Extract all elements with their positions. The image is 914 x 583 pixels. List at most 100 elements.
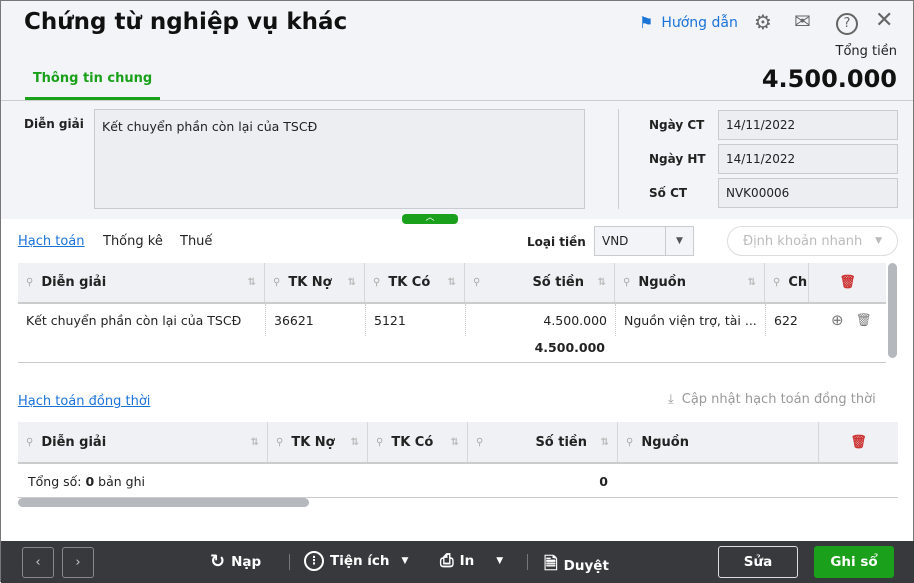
reload-label: Nạp [231, 553, 262, 570]
pin-icon: ⚲ [26, 436, 34, 448]
print-button[interactable]: ⎙ In ▼ [440, 551, 503, 571]
horizontal-scrollbar[interactable] [18, 498, 309, 507]
col-label: TK Có [391, 434, 434, 450]
col-desc[interactable]: ⚲ Diễn giải ⇅ [18, 422, 268, 462]
print-label: In [459, 553, 475, 569]
col-tk-no[interactable]: ⚲ TK Nợ ⇅ [265, 263, 365, 302]
divider [618, 109, 619, 209]
update-concurrent-button[interactable]: ⤓ Cập nhật hạch toán đồng thời [668, 392, 876, 407]
collapse-toggle[interactable]: ︿ [402, 214, 458, 224]
signpost-icon: ⚑ [639, 13, 654, 32]
date-ht-input[interactable]: 14/11/2022 [718, 144, 898, 174]
col-label: TK Có [388, 275, 431, 290]
pin-icon: ⚲ [773, 277, 781, 288]
table-row[interactable]: Kết chuyển phần còn lại của TSCĐ 36621 5… [18, 304, 886, 336]
col-amount[interactable]: ⚲ Số tiền ⇅ [468, 422, 618, 462]
col-desc[interactable]: ⚲ Diễn giải ⇅ [18, 263, 265, 302]
so-ct-input[interactable]: NVK00006 [718, 178, 898, 208]
col-tk-co[interactable]: ⚲ TK Có ⇅ [365, 263, 465, 302]
pin-icon: ⚲ [626, 436, 634, 448]
utility-label: Tiện ích [330, 553, 390, 569]
date-ct-input[interactable]: 14/11/2022 [718, 110, 898, 140]
grid-total: 4.500.000 [534, 340, 605, 355]
cell-tk-no[interactable]: 36621 [265, 304, 365, 336]
cell-desc[interactable]: Kết chuyển phần còn lại của TSCĐ [18, 304, 265, 336]
col-label: Diễn giải [41, 275, 107, 290]
sort-icon: ⇅ [450, 436, 459, 448]
chevron-down-icon: ▼ [875, 236, 882, 246]
quick-entry-label: Định khoản nhanh [743, 233, 863, 249]
sort-icon: ⇅ [247, 277, 256, 288]
sort-icon: ⇅ [250, 436, 259, 448]
chevron-down-icon: ▼ [496, 556, 504, 566]
total-value: 4.500.000 [761, 65, 897, 93]
quick-entry-button[interactable]: Định khoản nhanh ▼ [727, 226, 898, 256]
pin-icon: ⚲ [473, 277, 481, 288]
col-amount[interactable]: ⚲ Số tiền ⇅ [465, 263, 615, 302]
pin-icon: ⚲ [623, 277, 631, 288]
currency-select[interactable]: VND ▼ [594, 226, 694, 256]
cell-chu[interactable]: 622 [765, 304, 809, 336]
col-label: Nguồn [638, 275, 686, 290]
grid2-total: 0 [599, 474, 608, 489]
guide-label: Hướng dẫn [661, 14, 738, 31]
utility-button[interactable]: ⋮ Tiện ích ▼ [304, 551, 408, 571]
grid-header: ⚲ Diễn giải ⇅ ⚲ TK Nợ ⇅ ⚲ TK Có ⇅ ⚲ Số tiền ⇅ ⚲ N… [18, 263, 886, 304]
refresh-icon: ↻ [210, 551, 226, 572]
col-tk-no[interactable]: ⚲ TK Nợ ⇅ [268, 422, 368, 462]
date-ht-label: Ngày HT [649, 152, 706, 166]
approve-label: Duyệt [563, 557, 609, 574]
sort-icon: ⇅ [350, 436, 359, 448]
tab-hach-toan[interactable]: Hạch toán [18, 234, 85, 249]
col-label: Số tiền [532, 275, 584, 290]
delete-all-icon[interactable]: 🗑 [809, 263, 886, 302]
col-source[interactable]: ⚲ Nguồn [618, 422, 819, 462]
col-label: Số tiền [535, 434, 587, 450]
delete-row-icon[interactable]: 🗑 [848, 304, 880, 336]
document-arrow-icon: ⤓ [668, 392, 674, 407]
cell-tk-co[interactable]: 5121 [365, 304, 465, 336]
chevron-down-icon: ▼ [401, 556, 409, 566]
vertical-scrollbar[interactable] [888, 263, 897, 358]
col-label: TK Nợ [291, 434, 335, 450]
col-label: Chu [788, 275, 808, 290]
col-label: Nguồn [641, 434, 689, 450]
printer-icon: ⎙ [440, 551, 454, 571]
desc-label: Diễn giải [24, 117, 84, 131]
next-button[interactable]: › [62, 547, 94, 578]
edit-button[interactable]: Sửa [718, 546, 798, 578]
gear-icon[interactable]: ⚙ [754, 10, 772, 34]
col-source[interactable]: ⚲ Nguồn ⇅ [615, 263, 765, 302]
cell-source[interactable]: Nguồn viện trợ, tài ... [615, 304, 765, 336]
footer-toolbar: ‹ › ↻ Nạp ⋮ Tiện ích ▼ ⎙ In ▼ 🗎 Duyệt Sửa Ghi … [1, 541, 914, 583]
sort-icon: ⇅ [347, 277, 356, 288]
sort-icon: ⇅ [747, 277, 756, 288]
prev-button[interactable]: ‹ [22, 547, 54, 578]
divider [18, 362, 886, 363]
tab-general-info[interactable]: Thông tin chung [25, 71, 160, 100]
col-label: TK Nợ [288, 275, 332, 290]
tab-thue[interactable]: Thuế [180, 234, 212, 249]
tab-thong-ke[interactable]: Thống kê [103, 234, 163, 249]
email-icon[interactable]: ✉ [794, 9, 811, 33]
record-count: Tổng số: 0 bản ghi [28, 474, 145, 489]
divider [289, 554, 290, 570]
approve-button[interactable]: 🗎 Duyệt [544, 551, 609, 580]
reload-button[interactable]: ↻ Nạp [210, 551, 261, 572]
currency-label: Loại tiền [527, 235, 586, 249]
voucher-window: Chứng từ nghiệp vụ khác ⚑ Hướng dẫn ⚙ ✉ ?… [0, 0, 914, 583]
count-prefix: Tổng số: [28, 474, 86, 489]
sort-icon: ⇅ [447, 277, 456, 288]
col-chu[interactable]: ⚲ Chu [765, 263, 809, 302]
guide-link[interactable]: ⚑ Hướng dẫn [639, 13, 738, 32]
col-tk-co[interactable]: ⚲ TK Có ⇅ [368, 422, 468, 462]
sort-icon: ⇅ [600, 436, 609, 448]
cell-amount[interactable]: 4.500.000 [465, 304, 615, 336]
help-icon[interactable]: ? [836, 13, 858, 35]
delete-all-icon[interactable]: 🗑 [819, 422, 898, 462]
desc-textarea[interactable]: Kết chuyển phần còn lại của TSCĐ [94, 109, 585, 209]
concurrent-entries-link[interactable]: Hạch toán đồng thời [18, 394, 150, 409]
pin-icon: ⚲ [273, 277, 281, 288]
close-icon[interactable]: ✕ [875, 8, 893, 33]
post-button[interactable]: Ghi sổ [814, 546, 894, 578]
